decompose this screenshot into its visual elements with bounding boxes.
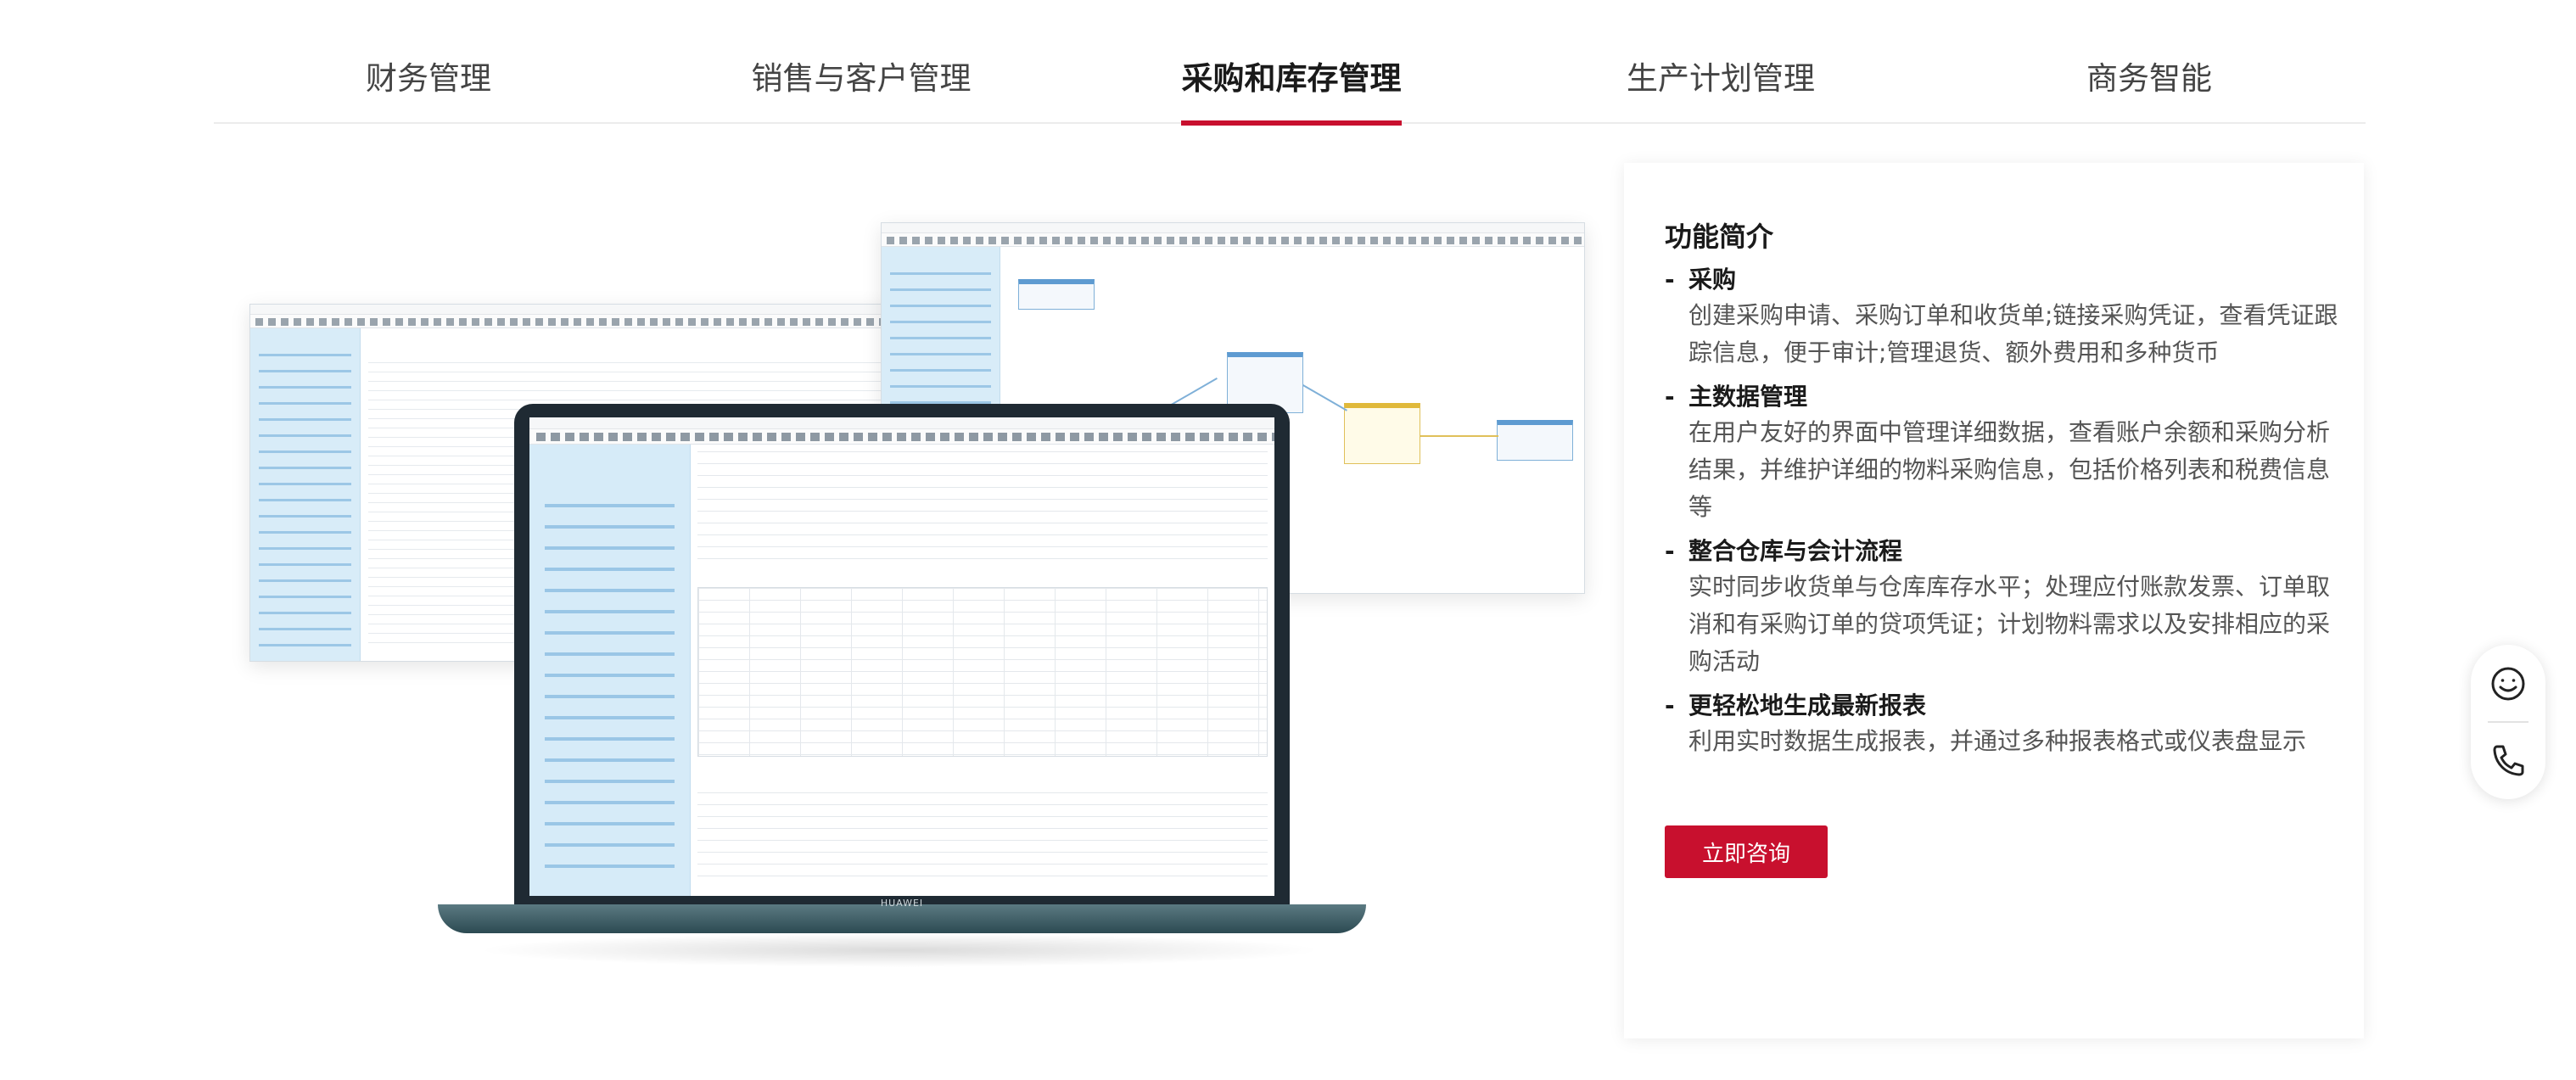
feature-heading: 整合仓库与会计流程	[1688, 537, 1903, 565]
feature-description: 创建采购申请、采购订单和收货单;链接采购凭证，查看凭证跟踪信息，便于审计;管理退…	[1688, 301, 2338, 367]
feature-heading: 采购	[1688, 266, 1737, 294]
feature-item: - 整合仓库与会计流程 实时同步收货单与仓库库存水平；处理应付账款发票、订单取消和…	[1665, 534, 2344, 680]
map-node	[1497, 420, 1573, 461]
map-node-highlighted	[1344, 403, 1420, 464]
feature-description: 实时同步收货单与仓库库存水平；处理应付账款发票、订单取消和有采购订单的贷项凭证；…	[1688, 573, 2331, 675]
laptop-screen	[514, 404, 1290, 904]
card-title: 功能简介	[1665, 221, 1774, 253]
laptop-base	[438, 904, 1366, 933]
tab-production-planning[interactable]: 生产计划管理	[1625, 53, 1817, 124]
feature-intro-card: 功能简介 - 采购 创建采购申请、采购订单和收货单;链接采购凭证，查看凭证跟踪信息…	[1624, 163, 2364, 1038]
phone-icon[interactable]	[2471, 725, 2545, 796]
feature-heading: 主数据管理	[1688, 383, 1808, 411]
purchase-order-window	[529, 417, 1274, 896]
floating-contact-widget	[2471, 645, 2545, 799]
product-screenshot-illustration: HUAWEI	[238, 204, 1612, 1001]
map-node	[1018, 279, 1095, 310]
feature-item: - 主数据管理 在用户友好的界面中管理详细数据，查看账户余额和采购分析结果，并维护…	[1665, 380, 2344, 526]
tab-finance[interactable]: 财务管理	[365, 53, 492, 124]
feature-description: 在用户友好的界面中管理详细数据，查看账户余额和采购分析结果，并维护详细的物料采购…	[1688, 418, 2331, 521]
tab-business-intelligence[interactable]: 商务智能	[2086, 53, 2213, 124]
feature-item: - 更轻松地生成最新报表 利用实时数据生成报表，并通过多种报表格式或仪表盘显示	[1665, 689, 2344, 760]
tab-purchasing-inventory[interactable]: 采购和库存管理	[1181, 53, 1402, 126]
feature-description: 利用实时数据生成报表，并通过多种报表格式或仪表盘显示	[1688, 727, 2307, 755]
module-tabs: 财务管理 销售与客户管理 采购和库存管理 生产计划管理 商务智能	[214, 0, 2366, 126]
laptop-brand-label: HUAWEI	[880, 898, 924, 909]
tab-sales-crm[interactable]: 销售与客户管理	[751, 53, 972, 124]
feature-item: - 采购 创建采购申请、采购订单和收货单;链接采购凭证，查看凭证跟踪信息，便于审计…	[1665, 263, 2344, 372]
consult-now-button[interactable]: 立即咨询	[1665, 825, 1828, 878]
smiley-icon[interactable]	[2471, 648, 2545, 719]
feature-heading: 更轻松地生成最新报表	[1688, 691, 1927, 719]
